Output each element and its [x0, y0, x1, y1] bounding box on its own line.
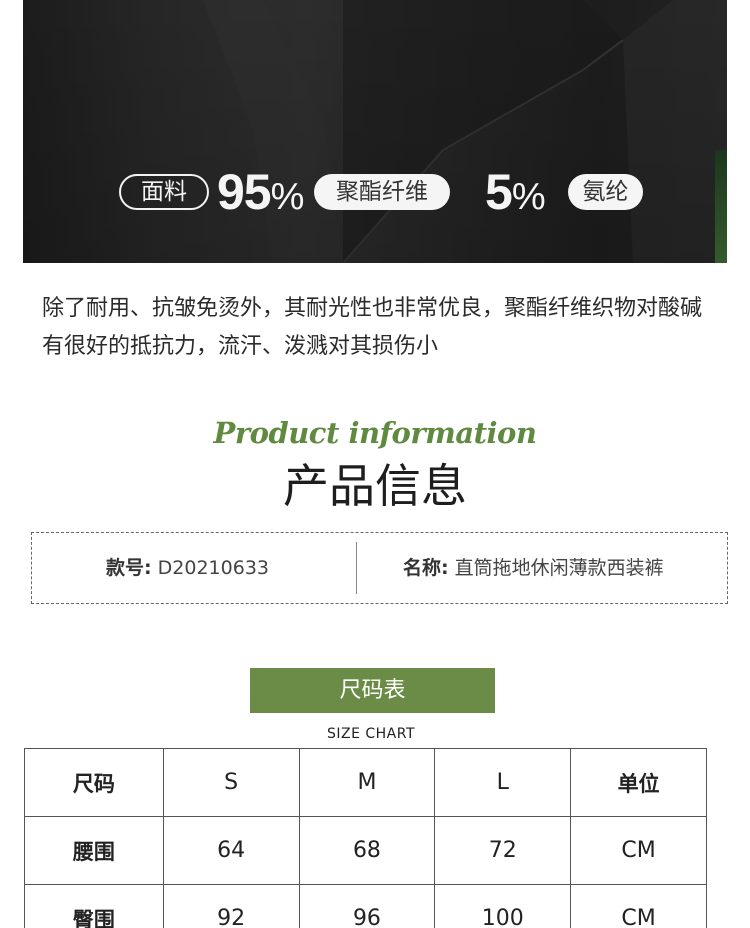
- table-header-cell: S: [162, 748, 300, 817]
- size-chart-subtitle: SIZE CHART: [326, 726, 416, 742]
- product-name-label: 名称:: [403, 557, 449, 579]
- table-header-cell: M: [298, 748, 436, 817]
- table-row-label: 腰围: [24, 816, 164, 885]
- table-cell: CM: [570, 884, 707, 928]
- section-title-en: Product information: [213, 416, 537, 450]
- table-row: 臀围 92 96 100 CM: [24, 884, 707, 928]
- product-code: 款号: D20210633: [106, 533, 269, 603]
- product-name-value: 直筒拖地休闲薄款西装裤: [454, 557, 664, 579]
- fabric-percent-1: 95%: [217, 164, 305, 223]
- table-header-cell: L: [434, 748, 572, 817]
- table-cell: 96: [298, 884, 436, 928]
- fabric-percent-1-value: 95: [217, 164, 272, 220]
- table-header-cell: 单位: [570, 748, 707, 817]
- fabric-composition: 面料 95% 聚酯纤维 5% 氨纶: [119, 166, 659, 218]
- fabric-label-badge: 面料: [119, 174, 209, 210]
- fabric-percent-2-value: 5: [485, 164, 513, 220]
- fabric-hero-image: [23, 0, 727, 263]
- percent-sign: %: [270, 176, 305, 218]
- table-cell: 64: [162, 816, 300, 885]
- fabric-name-badge-2: 氨纶: [568, 174, 643, 210]
- fabric-name-badge-1: 聚酯纤维: [314, 174, 450, 210]
- section-title-cn: 产品信息: [283, 459, 467, 513]
- fabric-description: 除了耐用、抗皱免烫外，其耐光性也非常优良，聚酯纤维织物对酸碱有很好的抵抗力，流汗…: [42, 296, 703, 359]
- fabric-percent-2: 5%: [485, 164, 546, 223]
- table-header-row: 尺码 S M L 单位: [24, 748, 707, 817]
- table-cell: CM: [570, 816, 707, 885]
- size-chart-table: 尺码 S M L 单位 腰围 64 68 72 CM 臀围 92 96 100 …: [24, 748, 707, 928]
- product-code-value: D20210633: [157, 557, 269, 579]
- product-code-label: 款号:: [106, 557, 152, 579]
- table-cell: 100: [434, 884, 572, 928]
- table-cell: 72: [434, 816, 572, 885]
- product-name: 名称: 直筒拖地休闲薄款西装裤: [403, 533, 664, 603]
- product-info-box: 款号: D20210633 名称: 直筒拖地休闲薄款西装裤: [31, 532, 728, 604]
- table-row-label: 臀围: [24, 884, 164, 928]
- size-chart-banner: 尺码表: [250, 668, 495, 713]
- table-row: 腰围 64 68 72 CM: [24, 816, 707, 885]
- table-cell: 92: [162, 884, 300, 928]
- table-cell: 68: [298, 816, 436, 885]
- table-header-cell: 尺码: [24, 748, 164, 817]
- percent-sign: %: [511, 176, 546, 218]
- info-divider: [356, 542, 357, 594]
